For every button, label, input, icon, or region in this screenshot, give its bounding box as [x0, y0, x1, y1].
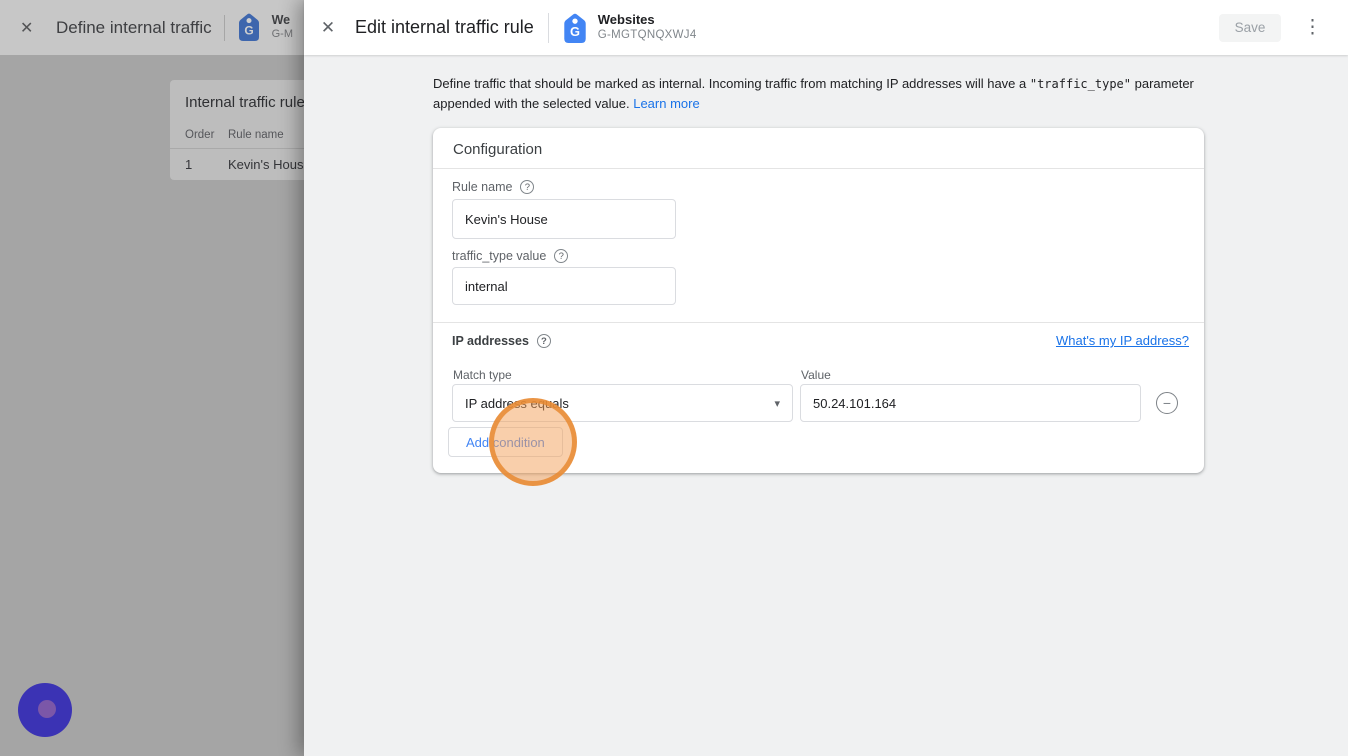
property-id: G-MGTQNQXWJ4	[597, 29, 697, 42]
save-button[interactable]: Save	[1219, 13, 1281, 42]
help-icon[interactable]: ?	[520, 180, 535, 194]
table-row[interactable]: 1 Kevin's Hous	[185, 157, 303, 172]
description-before: Define traffic that should be marked as …	[433, 76, 1030, 91]
rule-name-input[interactable]	[452, 199, 676, 239]
edit-internal-traffic-rule-panel: ✕ Edit internal traffic rule G Websites …	[304, 0, 1348, 756]
google-tag-icon: G	[237, 13, 263, 43]
rules-table-header: Order Rule name	[185, 129, 284, 141]
header-divider	[547, 12, 549, 43]
help-icon[interactable]: ?	[536, 334, 551, 348]
card-divider	[433, 322, 1204, 323]
row-order-value: 1	[185, 157, 193, 172]
rule-name-label-text: Rule name	[452, 180, 513, 194]
description-text: Define traffic that should be marked as …	[433, 74, 1223, 114]
property-id: G-M	[271, 28, 293, 41]
card-divider	[433, 168, 1204, 169]
background-property-selector[interactable]: We G-M	[272, 13, 293, 42]
add-condition-button[interactable]: Add condition	[448, 427, 563, 457]
header-divider	[223, 14, 225, 41]
dialog-title: Edit internal traffic rule	[355, 17, 534, 37]
traffic-type-label: traffic_type value ?	[452, 249, 569, 263]
background-panel-define-internal-traffic: ✕ Define internal traffic G We G-M Inter…	[0, 0, 304, 756]
learn-more-link[interactable]: Learn more	[633, 96, 699, 111]
property-name: We	[271, 12, 291, 27]
traffic-type-input[interactable]	[452, 267, 676, 305]
value-label: Value	[801, 368, 831, 382]
background-panel-header: ✕ Define internal traffic G We G-M	[0, 0, 304, 55]
whats-my-ip-link[interactable]: What's my IP address?	[1056, 333, 1189, 348]
internal-traffic-rules-card: Internal traffic rule Order Rule name 1 …	[170, 80, 304, 180]
google-tag-icon: G	[562, 13, 588, 43]
configuration-title: Configuration	[453, 141, 543, 158]
background-panel-body: Internal traffic rule Order Rule name 1 …	[0, 55, 304, 756]
chevron-down-icon: ▾	[774, 397, 780, 410]
property-selector[interactable]: Websites G-MGTQNQXWJ4	[598, 12, 697, 44]
column-order: Order	[185, 129, 215, 141]
close-icon[interactable]: ✕	[20, 18, 38, 38]
cursor-indicator	[18, 683, 72, 737]
ip-addresses-label-text: IP addresses	[452, 334, 529, 348]
match-type-selected-value: IP address equals	[465, 395, 569, 411]
ip-value-input[interactable]	[800, 384, 1141, 422]
dialog-body: Define traffic that should be marked as …	[304, 55, 1348, 756]
match-type-select[interactable]: IP address equals ▾	[452, 384, 793, 422]
more-options-icon[interactable]: ⋮	[1303, 18, 1322, 37]
cursor-indicator-inner-dot	[38, 700, 56, 718]
svg-text:G: G	[244, 23, 253, 37]
ip-addresses-label: IP addresses ?	[452, 334, 551, 348]
rules-card-title: Internal traffic rule	[185, 94, 304, 111]
traffic-type-label-text: traffic_type value	[452, 249, 547, 263]
close-icon[interactable]: ✕	[318, 18, 338, 38]
svg-text:G: G	[570, 24, 580, 39]
match-type-label: Match type	[453, 368, 512, 382]
property-name: Websites	[597, 11, 655, 27]
configuration-card: Configuration Rule name ? traffic_type v…	[433, 128, 1204, 473]
dialog-header: ✕ Edit internal traffic rule G Websites …	[304, 0, 1348, 55]
rule-name-label: Rule name ?	[452, 180, 535, 194]
screen: ✕ Define internal traffic G We G-M Inter…	[0, 0, 1348, 756]
column-rule-name: Rule name	[228, 129, 284, 141]
table-divider	[170, 148, 304, 149]
description-code: "traffic_type"	[1029, 77, 1132, 91]
row-rule-name-value: Kevin's Hous	[228, 157, 304, 172]
remove-condition-icon[interactable]: −	[1156, 392, 1178, 414]
help-icon[interactable]: ?	[554, 249, 569, 263]
background-panel-title: Define internal traffic	[56, 17, 212, 37]
